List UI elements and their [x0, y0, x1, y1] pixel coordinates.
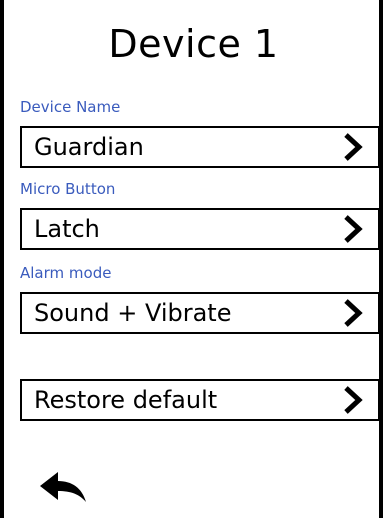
restore-default-label: Restore default — [34, 386, 218, 414]
alarm-mode-label: Alarm mode — [20, 264, 112, 282]
chevron-right-icon — [340, 298, 366, 328]
device-screen: Device 1 Device Name Guardian Micro Butt… — [0, 0, 383, 518]
device-name-row[interactable]: Guardian — [20, 126, 380, 168]
micro-button-label: Micro Button — [20, 180, 116, 198]
alarm-mode-row[interactable]: Sound + Vibrate — [20, 292, 380, 334]
restore-default-button[interactable]: Restore default — [20, 379, 380, 421]
device-name-label: Device Name — [20, 98, 121, 116]
micro-button-value: Latch — [34, 215, 100, 243]
chevron-right-icon — [340, 214, 366, 244]
chevron-right-icon — [340, 385, 366, 415]
micro-button-row[interactable]: Latch — [20, 208, 380, 250]
page-title: Device 1 — [108, 22, 279, 66]
device-name-value: Guardian — [34, 133, 144, 161]
alarm-mode-value: Sound + Vibrate — [34, 299, 232, 327]
back-arrow-icon[interactable] — [38, 470, 90, 506]
chevron-right-icon — [340, 132, 366, 162]
